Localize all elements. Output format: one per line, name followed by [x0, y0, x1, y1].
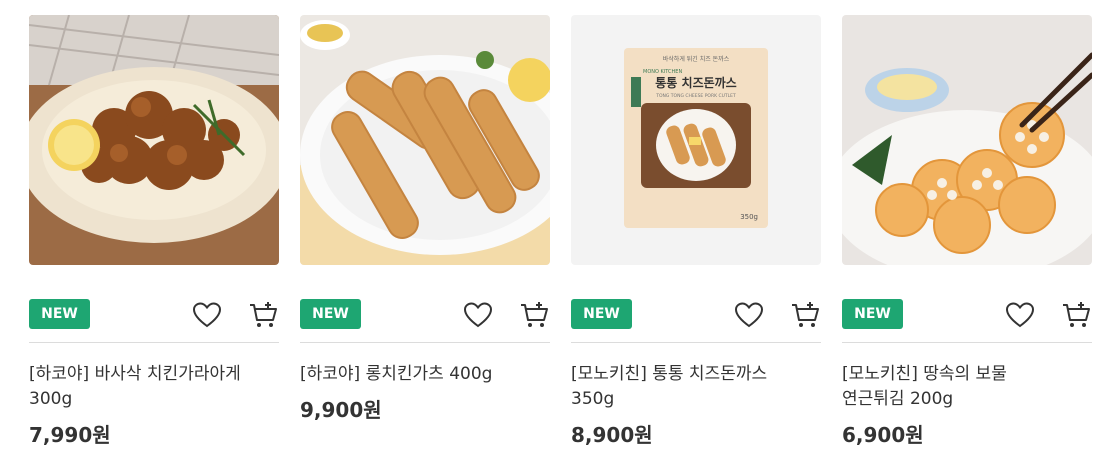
- package-tagline: 바삭하게 튀긴 치즈 돈까스: [663, 55, 730, 63]
- add-to-cart-button[interactable]: [789, 299, 821, 331]
- product-grid: NEW [하코야] 바사삭 치킨가라아게 300g 7,990원 NEW [하코…: [0, 0, 1100, 464]
- divider: [29, 342, 279, 343]
- heart-icon: [1005, 302, 1035, 328]
- product-card[interactable]: NEW [하코야] 롱치킨가츠 400g 9,900원: [300, 15, 550, 423]
- wishlist-button[interactable]: [191, 299, 223, 331]
- food-photo: [300, 15, 550, 265]
- product-name[interactable]: [하코야] 바사삭 치킨가라아게 300g: [29, 362, 279, 412]
- cart-icon: [250, 302, 277, 327]
- divider: [571, 342, 821, 343]
- new-badge: NEW: [571, 299, 632, 329]
- package-brand: MONO KITCHEN: [643, 69, 682, 75]
- new-badge: NEW: [300, 299, 361, 329]
- cart-icon: [1063, 302, 1090, 327]
- product-price: 6,900원: [842, 423, 924, 447]
- package-subtitle: TONG TONG CHEESE PORK CUTLET: [655, 93, 736, 99]
- product-name[interactable]: [하코야] 롱치킨가츠 400g: [300, 362, 550, 387]
- product-image-long-chicken-katsu[interactable]: [300, 15, 550, 265]
- add-to-cart-button[interactable]: [247, 299, 279, 331]
- product-image-chicken-karaage[interactable]: [29, 15, 279, 265]
- wishlist-button[interactable]: [1004, 299, 1036, 331]
- product-card[interactable]: 바삭하게 튀긴 치즈 돈까스 MONO KITCHEN 통통 치즈돈까스 TON…: [571, 15, 821, 448]
- food-photo: [29, 15, 279, 265]
- heart-icon: [463, 302, 493, 328]
- package-title: 통통 치즈돈까스: [655, 75, 736, 90]
- divider: [842, 342, 1092, 343]
- product-image-lotus-root-fry[interactable]: [842, 15, 1092, 265]
- product-card[interactable]: NEW [하코야] 바사삭 치킨가라아게 300g 7,990원: [29, 15, 279, 448]
- cart-icon: [521, 302, 548, 327]
- heart-icon: [734, 302, 764, 328]
- cart-icon: [792, 302, 819, 327]
- food-photo: [842, 15, 1092, 265]
- wishlist-button[interactable]: [733, 299, 765, 331]
- new-badge: NEW: [29, 299, 90, 329]
- add-to-cart-button[interactable]: [1060, 299, 1092, 331]
- product-price: 7,990원: [29, 423, 111, 447]
- divider: [300, 342, 550, 343]
- package-photo: 바삭하게 튀긴 치즈 돈까스 MONO KITCHEN 통통 치즈돈까스 TON…: [571, 15, 821, 265]
- product-price: 9,900원: [300, 398, 382, 422]
- new-badge: NEW: [842, 299, 903, 329]
- product-name[interactable]: [모노키친] 땅속의 보물 연근튀김 200g: [842, 362, 1092, 412]
- heart-icon: [192, 302, 222, 328]
- product-name[interactable]: [모노키친] 통통 치즈돈까스 350g: [571, 362, 821, 412]
- package-weight: 350g: [740, 213, 758, 221]
- product-price: 8,900원: [571, 423, 653, 447]
- wishlist-button[interactable]: [462, 299, 494, 331]
- add-to-cart-button[interactable]: [518, 299, 550, 331]
- product-card[interactable]: NEW [모노키친] 땅속의 보물 연근튀김 200g 6,900원: [842, 15, 1092, 448]
- product-image-cheese-pork-cutlet[interactable]: 바삭하게 튀긴 치즈 돈까스 MONO KITCHEN 통통 치즈돈까스 TON…: [571, 15, 821, 265]
